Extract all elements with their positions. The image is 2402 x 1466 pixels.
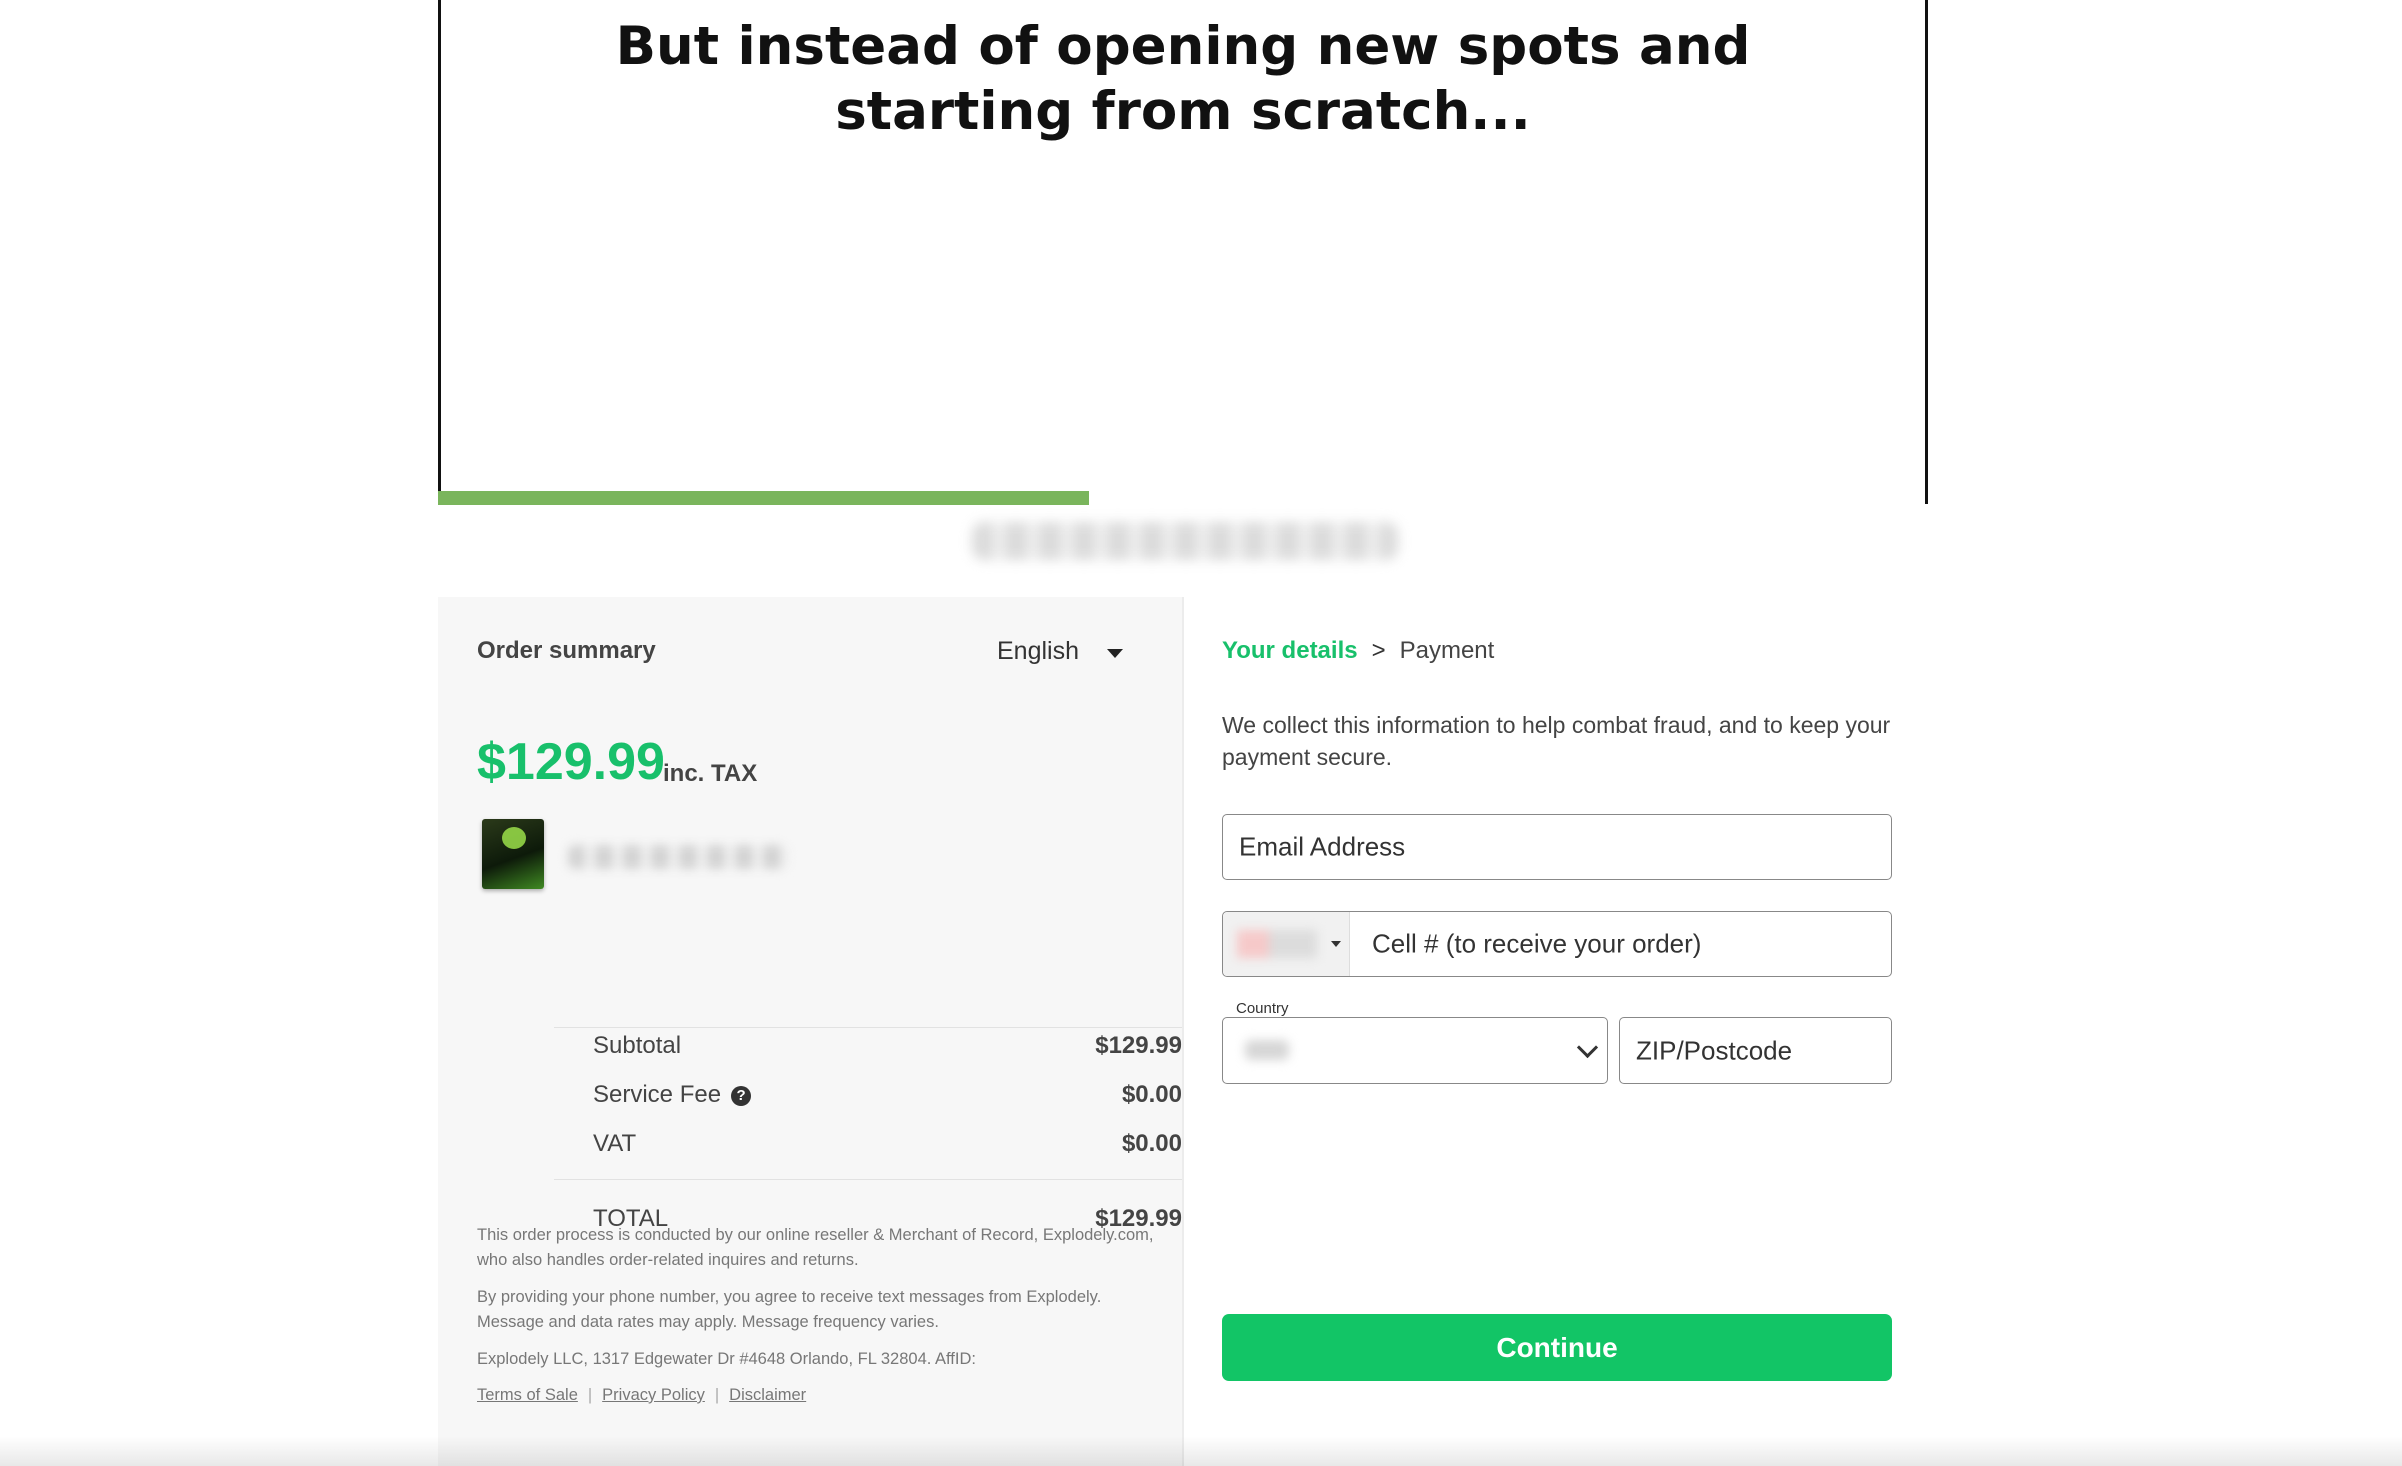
terms-of-sale-link[interactable]: Terms of Sale xyxy=(477,1386,578,1404)
phone-placeholder: Cell # (to receive your order) xyxy=(1372,928,1702,959)
chevron-down-icon xyxy=(1576,1036,1599,1059)
language-select[interactable]: English xyxy=(997,637,1079,666)
caret-down-icon xyxy=(1331,941,1341,947)
country-label: Country xyxy=(1231,1000,1294,1017)
vat-value: $0.00 xyxy=(1121,1130,1182,1157)
zip-placeholder: ZIP/Postcode xyxy=(1636,1035,1793,1065)
country-code-select[interactable] xyxy=(1223,912,1350,976)
question-icon[interactable]: ? xyxy=(731,1086,752,1106)
redacted-text xyxy=(972,522,1398,560)
zip-field[interactable]: ZIP/Postcode xyxy=(1619,1017,1892,1084)
country-select[interactable] xyxy=(1222,1017,1608,1084)
subtotal-row: Subtotal $129.99 xyxy=(593,1032,1182,1060)
footer-links: Terms of Sale | Privacy Policy | Disclaimer xyxy=(477,1386,806,1405)
email-field[interactable]: Email Address xyxy=(1222,814,1892,880)
sms-consent-notice: By providing your phone number, you agre… xyxy=(477,1288,1102,1331)
redacted-product-name xyxy=(568,845,788,869)
link-separator: | xyxy=(714,1386,720,1404)
vat-label: VAT xyxy=(593,1130,637,1157)
video-progress-fill xyxy=(438,491,1090,505)
vat-row: VAT $0.00 xyxy=(593,1130,1182,1158)
subtotal-label: Subtotal xyxy=(593,1032,682,1059)
breadcrumb-separator: > xyxy=(1371,637,1386,664)
disclaimer-link[interactable]: Disclaimer xyxy=(729,1386,806,1404)
breadcrumb: Your details > Payment xyxy=(1222,637,1494,665)
subtotal-value: $129.99 xyxy=(1095,1032,1182,1059)
breadcrumb-your-details[interactable]: Your details xyxy=(1222,637,1358,664)
divider xyxy=(554,1179,1182,1180)
link-separator: | xyxy=(587,1386,593,1404)
service-fee-row: Service Fee? $0.00 xyxy=(593,1081,1182,1109)
fraud-info-text: We collect this information to help comb… xyxy=(1222,712,1891,770)
redacted-country-value xyxy=(1245,1040,1289,1060)
bottom-shadow xyxy=(0,1436,2402,1466)
order-price: $129.99 xyxy=(477,733,665,791)
product-image xyxy=(482,819,544,889)
divider xyxy=(554,1027,1182,1028)
service-fee-label: Service Fee xyxy=(593,1081,722,1108)
video-progress-bar[interactable] xyxy=(438,491,1928,505)
email-placeholder: Email Address xyxy=(1239,831,1406,862)
company-address: Explodely LLC, 1317 Edgewater Dr #4648 O… xyxy=(477,1350,976,1368)
price-tax-note: inc. TAX xyxy=(663,760,758,787)
privacy-policy-link[interactable]: Privacy Policy xyxy=(602,1386,705,1404)
caret-down-icon[interactable] xyxy=(1107,649,1123,658)
video-player[interactable]: But instead of opening new spots and sta… xyxy=(438,0,1928,504)
breadcrumb-payment[interactable]: Payment xyxy=(1400,637,1495,664)
flag-icon xyxy=(1237,930,1317,958)
phone-field[interactable]: Cell # (to receive your order) xyxy=(1222,911,1892,977)
order-summary-panel: Order summary English $129.99 inc. TAX S… xyxy=(438,597,1184,1466)
order-summary-title: Order summary xyxy=(477,637,656,664)
video-caption: But instead of opening new spots and sta… xyxy=(615,16,1751,142)
service-fee-value: $0.00 xyxy=(1121,1081,1182,1108)
continue-button[interactable]: Continue xyxy=(1222,1314,1892,1381)
merchant-notice: This order process is conducted by our o… xyxy=(477,1226,1154,1269)
